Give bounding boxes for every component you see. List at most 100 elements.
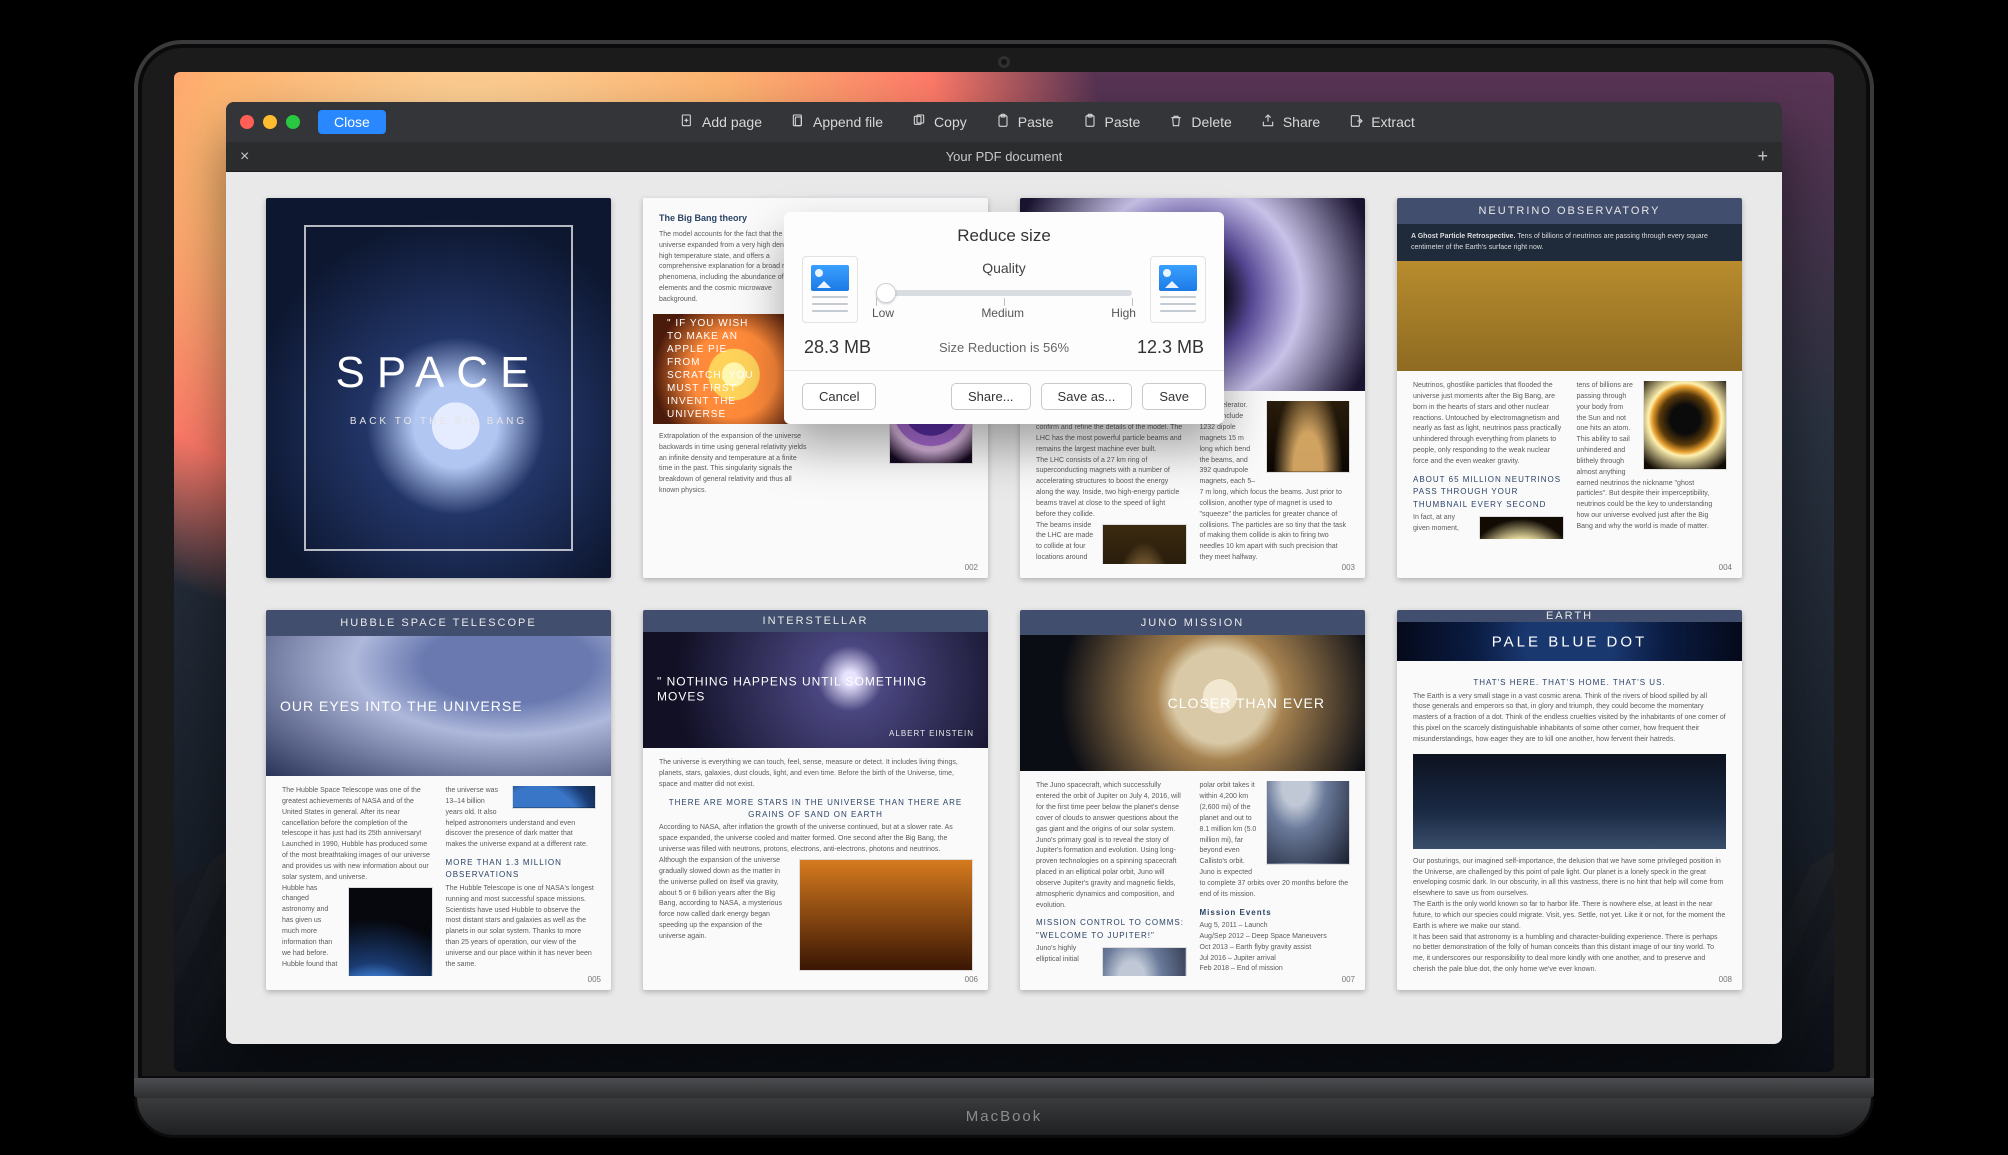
laptop-brand: MacBook	[134, 1098, 1874, 1138]
page-thumbnail-5[interactable]: HUBBLE SPACE TELESCOPE OUR EYES INTO THE…	[266, 610, 611, 990]
hero-title: PALE BLUE DOT	[1397, 632, 1742, 652]
event-line: Oct 2013 – Earth flyby gravity assist	[1200, 943, 1350, 954]
page-thumbnail-6[interactable]: INTERSTELLAR " NOTHING HAPPENS UNTIL SOM…	[643, 610, 988, 990]
page-number: 007	[1342, 975, 1355, 984]
mid-headline: THERE ARE MORE STARS IN THE UNIVERSE THA…	[659, 797, 972, 822]
body-text: According to NASA, after inflation the g…	[659, 823, 972, 856]
tool-copy[interactable]: Copy	[911, 113, 967, 132]
slider-mark-medium: Medium	[981, 306, 1024, 320]
page-thumbnail-1[interactable]: SPACE BACK TO THE BIG BANG	[266, 198, 611, 578]
cover-art: SPACE BACK TO THE BIG BANG	[266, 198, 611, 578]
size-after: 12.3 MB	[1137, 337, 1204, 358]
page-number: 005	[588, 975, 601, 984]
mid-headline: MISSION CONTROL TO COMMS: "WELCOME TO JU…	[1036, 917, 1186, 942]
event-line: Aug/Sep 2012 – Deep Space Maneuvers	[1200, 932, 1350, 943]
page-thumbnail-7[interactable]: JUNO MISSION CLOSER THAN EVER The Juno s…	[1020, 610, 1365, 990]
page-hero-image: CLOSER THAN EVER	[1020, 635, 1365, 771]
event-line: Aug 5, 2011 – Launch	[1200, 921, 1350, 932]
copy-icon	[911, 113, 927, 132]
quality-label: Quality	[872, 260, 1136, 276]
tool-label: Add page	[702, 114, 762, 130]
page-number: 002	[965, 563, 978, 572]
save-as-button[interactable]: Save as...	[1041, 383, 1133, 410]
reduce-size-dialog: Reduce size Quality	[784, 212, 1224, 424]
traffic-lights	[240, 115, 300, 129]
event-line: Feb 2018 – End of mission	[1200, 964, 1350, 975]
share-icon	[1260, 113, 1276, 132]
tool-paste-2[interactable]: Paste	[1082, 113, 1141, 132]
inset-image	[800, 860, 972, 970]
desktop-wallpaper: Close Add page Append file Copy	[174, 72, 1834, 1072]
tool-share[interactable]: Share	[1260, 113, 1320, 132]
page-number: 004	[1719, 563, 1732, 572]
slider-mark-high: High	[1111, 306, 1136, 320]
page-headband: INTERSTELLAR	[643, 610, 988, 632]
trash-icon	[1168, 113, 1184, 132]
body-text: Neutrinos, ghostlike particles that floo…	[1413, 381, 1563, 468]
tool-append-file[interactable]: Append file	[790, 113, 883, 132]
window-minimize-dot[interactable]	[263, 115, 277, 129]
slider-track[interactable]	[876, 290, 1132, 296]
tool-label: Extract	[1371, 114, 1415, 130]
body-text: Juno's primary goal is to reveal the sto…	[1036, 836, 1186, 912]
share-button[interactable]: Share...	[951, 383, 1031, 410]
page-hero-image	[1397, 261, 1742, 371]
page-thumbnail-4[interactable]: NEUTRINO OBSERVATORY A Ghost Particle Re…	[1397, 198, 1742, 578]
body-text: Our posturings, our imagined self-import…	[1413, 857, 1726, 900]
tool-label: Share	[1283, 114, 1320, 130]
tool-extract[interactable]: Extract	[1348, 113, 1415, 132]
body-text: The Earth is the only world known so far…	[1413, 900, 1726, 933]
append-file-icon	[790, 113, 806, 132]
window-zoom-dot[interactable]	[286, 115, 300, 129]
save-button[interactable]: Save	[1142, 383, 1206, 410]
body-text: It has been said that astronomy is a hum…	[1413, 933, 1726, 976]
hero-quote-author: ALBERT EINSTEIN	[889, 729, 974, 738]
close-tab-button[interactable]: ×	[226, 148, 263, 166]
add-page-icon	[679, 113, 695, 132]
tool-label: Delete	[1191, 114, 1231, 130]
paste-icon	[1082, 113, 1098, 132]
page-headband: NEUTRINO OBSERVATORY	[1397, 198, 1742, 224]
size-reduction-text: Size Reduction is 56%	[939, 340, 1069, 355]
picture-icon	[811, 265, 849, 291]
tool-label: Paste	[1018, 114, 1054, 130]
slider-mark-low: Low	[872, 306, 894, 320]
page-number: 008	[1719, 975, 1732, 984]
dialog-title: Reduce size	[802, 226, 1206, 246]
body-text: The Hubble Space Telescope was one of th…	[282, 786, 432, 884]
window-close-dot[interactable]	[240, 115, 254, 129]
document-tab-bar: × Your PDF document +	[226, 142, 1782, 172]
cancel-button[interactable]: Cancel	[802, 383, 876, 410]
page-headband: JUNO MISSION	[1020, 610, 1365, 635]
tool-label: Copy	[934, 114, 967, 130]
page-thumbnail-8[interactable]: EARTH PALE BLUE DOT THAT'S HERE. THAT'S …	[1397, 610, 1742, 990]
callout-box: A Ghost Particle Retrospective. Tens of …	[1397, 224, 1742, 261]
app-window: Close Add page Append file Copy	[226, 102, 1782, 1044]
body-text: The Juno spacecraft, which successfully …	[1036, 781, 1186, 835]
events-heading: Mission Events	[1200, 907, 1350, 919]
page-hero-image: " NOTHING HAPPENS UNTIL SOMETHING MOVES …	[643, 632, 988, 749]
page-hero-image: OUR EYES INTO THE UNIVERSE	[266, 636, 611, 776]
add-tab-button[interactable]: +	[1743, 146, 1782, 167]
body-text: The Earth is a very small stage in a vas…	[1413, 692, 1726, 746]
hero-quote: CLOSER THAN EVER	[1168, 694, 1325, 712]
tool-label: Paste	[1105, 114, 1141, 130]
body-text: The LHC consists of a 27 km ring of supe…	[1036, 456, 1186, 521]
screen-bezel: Close Add page Append file Copy	[134, 40, 1874, 1080]
page-hero-image: PALE BLUE DOT	[1397, 622, 1742, 661]
slider-thumb[interactable]	[876, 283, 896, 303]
camera-dot	[998, 56, 1010, 68]
close-button[interactable]: Close	[318, 110, 386, 134]
tool-add-page[interactable]: Add page	[679, 113, 762, 132]
body-text: The Hubble Telescope is one of NASA's lo…	[446, 884, 596, 971]
document-title: Your PDF document	[946, 149, 1063, 164]
mid-headline: THAT'S HERE. THAT'S HOME. THAT'S US.	[1413, 677, 1726, 689]
before-doc-icon	[802, 256, 858, 323]
tool-paste-1[interactable]: Paste	[995, 113, 1054, 132]
page-number: 006	[965, 975, 978, 984]
tool-delete[interactable]: Delete	[1168, 113, 1231, 132]
picture-icon	[1159, 265, 1197, 291]
mid-headline: ABOUT 65 MILLION NEUTRINOS PASS THROUGH …	[1413, 474, 1563, 511]
body-text: Extrapolation of the expansion of the un…	[659, 432, 809, 497]
callout-title: A Ghost Particle Retrospective.	[1411, 233, 1515, 240]
